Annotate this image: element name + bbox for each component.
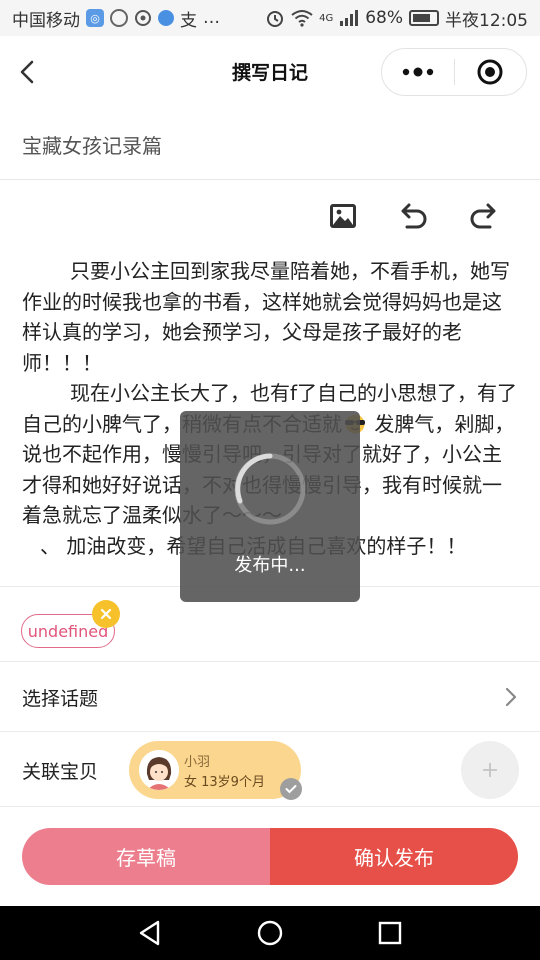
baby-selected-badge	[280, 778, 302, 800]
app-notification-icon	[158, 10, 174, 26]
paragraph-1: 只要小公主回到家我尽量陪着她，不看手机，她写作业的时候我也拿的书看，这样她就会觉…	[22, 259, 510, 375]
loading-toast: 发布中...	[180, 411, 360, 602]
redo-button[interactable]	[466, 196, 502, 236]
system-nav-bar	[0, 906, 540, 960]
editor-toolbar	[0, 196, 540, 240]
back-triangle-icon[interactable]	[136, 919, 164, 947]
alarm-icon	[265, 8, 285, 28]
more-dots-icon	[402, 67, 433, 77]
miniprogram-capsule	[381, 48, 527, 96]
save-draft-button[interactable]: 存草稿	[22, 828, 270, 885]
battery-percent: 68%	[365, 8, 403, 28]
carrier-label: 中国移动	[12, 10, 80, 31]
signal-icon	[339, 9, 359, 27]
status-right: 4G 68% 半夜12:05	[265, 6, 528, 31]
remove-tag-button[interactable]	[92, 600, 120, 628]
avatar	[139, 750, 179, 790]
status-left: 中国移动 ◎ 支 …	[12, 6, 220, 31]
recent-apps-icon[interactable]	[376, 919, 404, 947]
redo-icon	[470, 203, 496, 229]
nav-bar: 撰写日记	[0, 36, 540, 108]
close-miniprogram-button[interactable]	[455, 49, 527, 95]
divider-baby	[0, 806, 540, 807]
select-topic-row[interactable]: 选择话题	[0, 662, 540, 731]
more-notifications: …	[203, 8, 220, 28]
add-baby-button[interactable]	[461, 741, 519, 799]
image-icon	[330, 204, 356, 228]
diary-title-input[interactable]: 宝藏女孩记录篇	[0, 108, 540, 180]
baby-name: 小羽	[184, 755, 211, 770]
clock: 半夜12:05	[445, 10, 528, 31]
home-circle-icon[interactable]	[256, 919, 284, 947]
plus-icon	[483, 763, 497, 777]
target-icon	[477, 59, 503, 85]
check-icon	[285, 785, 297, 794]
select-topic-label: 选择话题	[22, 688, 99, 710]
associate-baby-label: 关联宝贝	[22, 761, 99, 783]
chevron-right-icon	[505, 687, 517, 707]
loading-text: 发布中...	[234, 555, 306, 576]
battery-icon	[409, 10, 439, 26]
status-bar: 中国移动 ◎ 支 … 4G 68% 半夜12:05	[0, 0, 540, 36]
undo-button[interactable]	[395, 196, 431, 236]
baby-card[interactable]: 小羽 女 13岁9个月	[129, 741, 301, 799]
undo-icon	[401, 203, 427, 229]
network-type: 4G	[319, 12, 334, 24]
browser-icon	[134, 9, 152, 27]
wifi-icon	[291, 9, 313, 27]
baby-info: 女 13岁9个月	[184, 775, 265, 790]
close-icon	[100, 608, 112, 620]
hotspot-icon: ◎	[86, 9, 104, 27]
girl-avatar-icon	[139, 750, 179, 790]
alipay-icon: 支	[180, 10, 197, 31]
divider-topic	[0, 731, 540, 732]
sync-icon	[110, 9, 128, 27]
publish-button[interactable]: 确认发布	[270, 828, 518, 885]
loading-spinner-icon	[234, 453, 306, 525]
insert-image-button[interactable]	[325, 196, 361, 236]
more-button[interactable]	[382, 49, 454, 95]
